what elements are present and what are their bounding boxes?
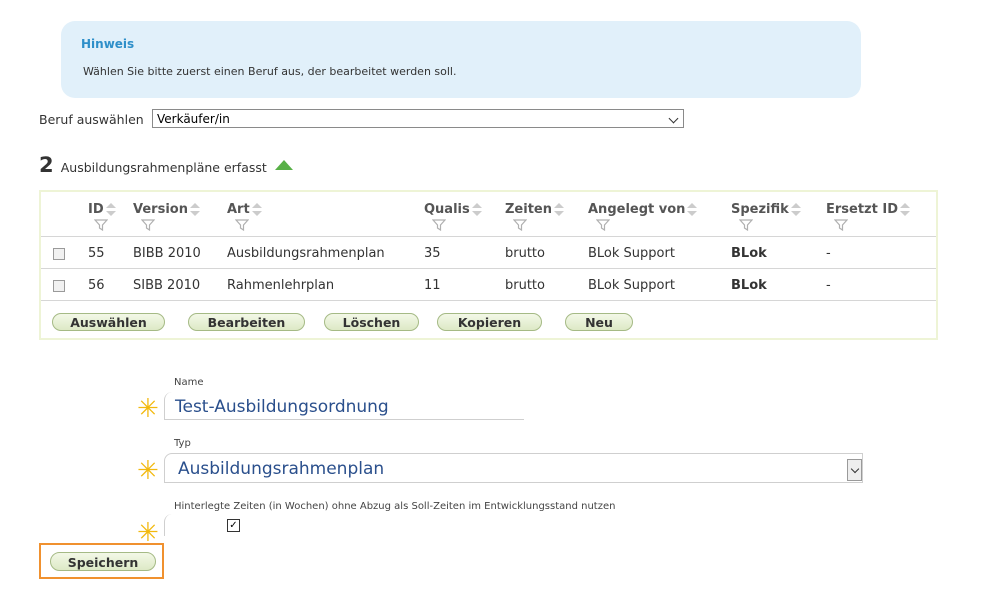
sort-icon[interactable] — [554, 202, 564, 217]
cell-art: Rahmenlehrplan — [227, 278, 335, 293]
neu-button[interactable]: Neu — [565, 313, 633, 331]
plan-count-number: 2 — [39, 153, 54, 177]
auswaehlen-button[interactable]: Auswählen — [52, 313, 165, 331]
cell-ersetzt: - — [826, 278, 831, 293]
beruf-select[interactable]: Verkäufer/in — [152, 109, 684, 128]
cell-angelegt: BLok Support — [588, 246, 675, 261]
zeiten-checkbox-field: ✓ — [164, 514, 524, 536]
collapse-up-icon[interactable] — [275, 160, 293, 170]
cell-id: 55 — [88, 246, 105, 261]
hint-box: Hinweis Wählen Sie bitte zuerst einen Be… — [61, 21, 861, 98]
filter-icon[interactable] — [739, 219, 753, 231]
chevron-down-icon[interactable] — [847, 459, 862, 481]
cell-qualis: 11 — [424, 278, 441, 293]
hint-title: Hinweis — [81, 37, 135, 51]
table-row[interactable]: 55 BIBB 2010 Ausbildungsrahmenplan 35 br… — [41, 236, 936, 269]
zeiten-label: Hinterlegte Zeiten (in Wochen) ohne Abzu… — [174, 501, 616, 512]
row-checkbox[interactable] — [53, 280, 65, 292]
cell-angelegt: BLok Support — [588, 278, 675, 293]
loeschen-button[interactable]: Löschen — [324, 313, 419, 331]
sort-icon[interactable] — [189, 202, 200, 217]
sort-icon[interactable] — [900, 202, 910, 217]
filter-icon[interactable] — [513, 219, 527, 231]
bearbeiten-button[interactable]: Bearbeiten — [188, 313, 305, 331]
filter-icon[interactable] — [432, 219, 446, 231]
sort-icon[interactable] — [790, 202, 801, 217]
name-label: Name — [174, 377, 204, 388]
cell-version: SIBB 2010 — [133, 278, 201, 293]
typ-select[interactable]: Ausbildungsrahmenplan — [164, 453, 863, 483]
filter-icon[interactable] — [141, 219, 155, 231]
cell-qualis: 35 — [424, 246, 441, 261]
plan-count-label: Ausbildungsrahmenpläne erfasst — [60, 160, 267, 175]
typ-label: Typ — [174, 438, 191, 449]
filter-icon[interactable] — [834, 219, 848, 231]
plans-table: ID Version Art Qualis Zeiten Angelegt vo… — [39, 190, 938, 340]
col-header-angelegt[interactable]: Angelegt von — [588, 202, 698, 217]
beruf-label: Beruf auswählen — [39, 112, 144, 127]
col-header-ersetzt[interactable]: Ersetzt ID — [826, 202, 910, 217]
filter-icon[interactable] — [235, 219, 249, 231]
beruf-select-value: Verkäufer/in — [157, 112, 230, 126]
name-input-value: Test-Ausbildungsordnung — [175, 397, 389, 417]
table-row[interactable]: 56 SIBB 2010 Rahmenlehrplan 11 brutto BL… — [41, 268, 936, 301]
hint-text: Wählen Sie bitte zuerst einen Beruf aus,… — [83, 65, 457, 78]
col-header-spezifik[interactable]: Spezifik — [731, 202, 801, 217]
sort-icon[interactable] — [105, 202, 116, 217]
col-header-zeiten[interactable]: Zeiten — [505, 202, 564, 217]
filter-icon[interactable] — [94, 219, 108, 231]
row-checkbox[interactable] — [53, 248, 65, 260]
sort-icon[interactable] — [251, 202, 262, 217]
required-star-icon: ✳ — [137, 394, 159, 424]
cell-ersetzt: - — [826, 246, 831, 261]
typ-select-value: Ausbildungsrahmenplan — [178, 459, 385, 479]
col-header-version[interactable]: Version — [133, 202, 200, 217]
name-input[interactable]: Test-Ausbildungsordnung — [164, 392, 524, 420]
save-focus-frame: Speichern — [39, 543, 164, 579]
filter-icon[interactable] — [596, 219, 610, 231]
cell-zeiten: brutto — [505, 246, 545, 261]
cell-id: 56 — [88, 278, 105, 293]
kopieren-button[interactable]: Kopieren — [437, 313, 542, 331]
col-header-qualis[interactable]: Qualis — [424, 202, 482, 217]
col-header-id[interactable]: ID — [88, 202, 116, 217]
plan-count: 2 Ausbildungsrahmenpläne erfasst — [39, 153, 293, 177]
cell-spezifik: BLok — [731, 278, 767, 293]
col-header-art[interactable]: Art — [227, 202, 262, 217]
cell-spezifik: BLok — [731, 246, 767, 261]
required-star-icon: ✳ — [137, 456, 159, 486]
chevron-down-icon — [668, 113, 679, 124]
save-button[interactable]: Speichern — [50, 552, 156, 571]
sort-icon[interactable] — [687, 202, 698, 217]
cell-zeiten: brutto — [505, 278, 545, 293]
cell-art: Ausbildungsrahmenplan — [227, 246, 385, 261]
cell-version: BIBB 2010 — [133, 246, 201, 261]
zeiten-checkbox[interactable]: ✓ — [227, 519, 240, 532]
sort-icon[interactable] — [471, 202, 482, 217]
table-button-bar: Auswählen Bearbeiten Löschen Kopieren Ne… — [41, 300, 936, 341]
